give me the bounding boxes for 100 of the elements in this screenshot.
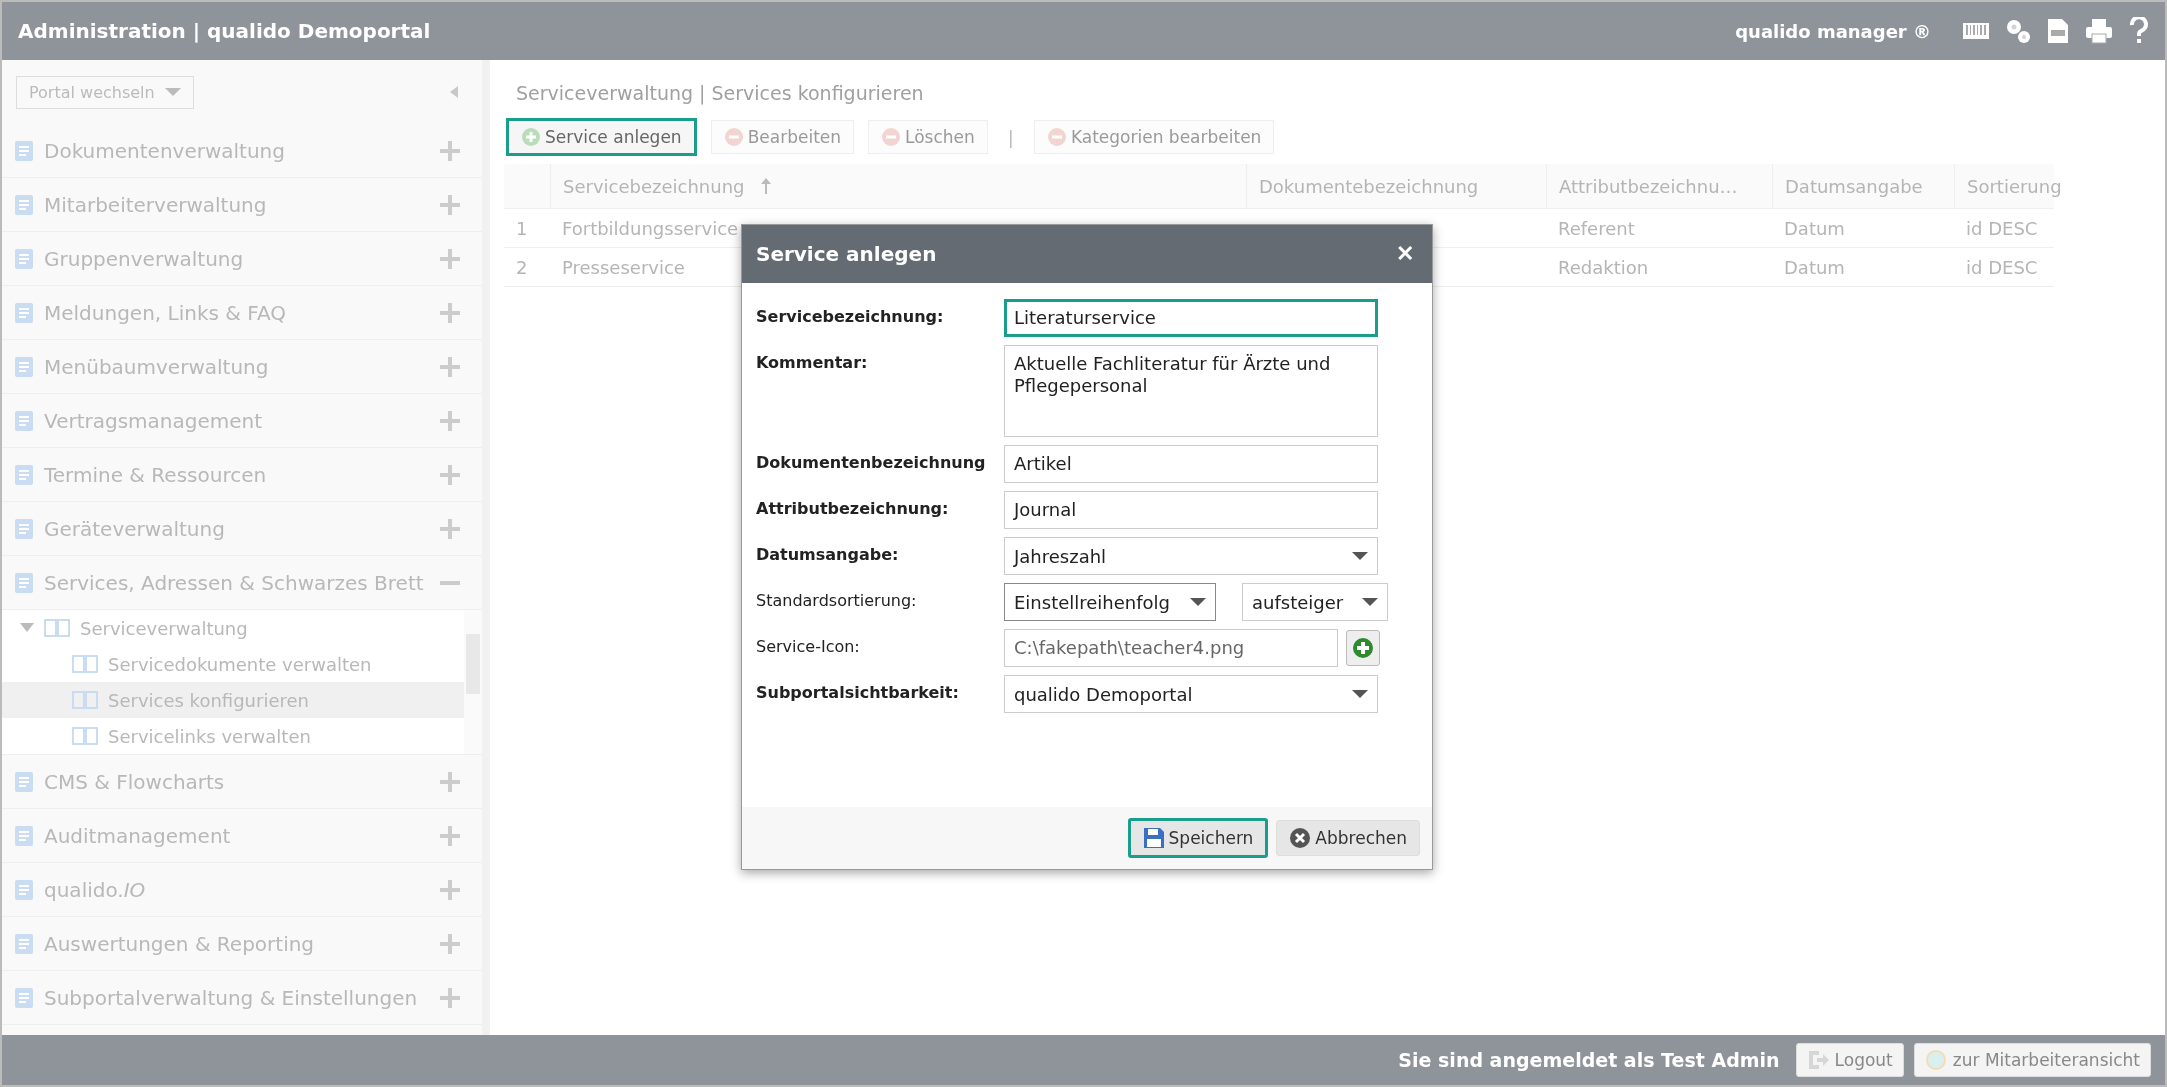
table-cell-text: Redaktion — [1557, 256, 1650, 278]
sort-arrow-icon — [760, 178, 771, 194]
tree-item[interactable]: Servicedokumente verwalten — [2, 646, 464, 682]
toolbar-button[interactable]: Service anlegen — [506, 118, 697, 156]
select-field[interactable]: Jahreszahl — [1004, 537, 1378, 575]
app-title: Administration | qualido Demoportal — [18, 19, 432, 43]
toolbar-separator: | — [1006, 126, 1015, 148]
sidebar-item[interactable]: Auditmanagement — [2, 809, 482, 863]
expand-plus-icon[interactable] — [440, 356, 460, 377]
sidebar-item[interactable]: CMS & Flowcharts — [2, 755, 482, 809]
page-icon — [12, 408, 36, 433]
page-icon — [12, 985, 36, 1010]
page-icon — [12, 246, 36, 271]
plus-circle-icon — [1352, 637, 1374, 659]
close-button[interactable]: ✕ — [1392, 241, 1418, 267]
field-label: Standardsortierung: — [756, 590, 918, 610]
page-icon — [12, 192, 36, 217]
expand-plus-icon[interactable] — [440, 302, 460, 323]
sidebar-item[interactable]: Vertragsmanagement — [2, 394, 482, 448]
document-icon[interactable] — [2047, 18, 2069, 44]
print-icon[interactable] — [2085, 18, 2113, 44]
expand-plus-icon[interactable] — [440, 879, 460, 900]
tree-item[interactable]: Serviceverwaltung — [2, 610, 464, 646]
row-number: 1 — [515, 217, 529, 239]
book-icon — [44, 618, 70, 638]
sidebar-item[interactable]: Geräteverwaltung — [2, 502, 482, 556]
footer-button[interactable]: zur Mitarbeiteransicht — [1913, 1043, 2151, 1077]
page-icon — [12, 354, 36, 379]
expand-plus-icon[interactable] — [440, 518, 460, 539]
dialog-button[interactable]: Speichern — [1127, 818, 1269, 858]
tree-item[interactable]: Services konfigurieren — [2, 682, 464, 718]
add-button[interactable] — [1346, 630, 1380, 666]
sidebar-item[interactable]: Meldungen, Links & FAQ — [2, 286, 482, 340]
book-icon — [72, 726, 98, 746]
collapse-icon[interactable] — [450, 86, 458, 98]
expand-plus-icon[interactable] — [440, 194, 460, 215]
product-name: qualido manager ® — [1735, 20, 1931, 42]
select-field[interactable]: Einstellreihenfolg — [1004, 583, 1216, 621]
column-header[interactable]: Servicebezeichnung — [550, 164, 1246, 208]
expand-plus-icon[interactable] — [440, 825, 460, 846]
dialog-button[interactable]: Abbrechen — [1276, 820, 1420, 856]
sidebar-item[interactable]: Mitarbeiterverwaltung — [2, 178, 482, 232]
breadcrumb: Serviceverwaltung | Services konfigurieren — [515, 81, 925, 104]
logout-icon — [1806, 1049, 1829, 1071]
expand-plus-icon[interactable] — [440, 410, 460, 431]
page-icon — [12, 877, 36, 902]
gears-icon[interactable] — [2005, 18, 2031, 44]
barcode-icon[interactable] — [1963, 21, 1989, 41]
sidebar-item[interactable]: Gruppenverwaltung — [2, 232, 482, 286]
page-icon — [12, 823, 36, 848]
page-icon — [12, 138, 36, 163]
expand-plus-icon[interactable] — [440, 140, 460, 161]
field-label: Datumsangabe: — [756, 544, 900, 564]
text-field[interactable]: Literaturservice — [1004, 299, 1378, 337]
column-header[interactable]: Dokumentebezeichnung — [1246, 164, 1546, 208]
field-label: Servicebezeichnung: — [756, 306, 945, 326]
minus-circle-icon — [881, 127, 902, 147]
sidebar-item[interactable]: Subportalverwaltung & Einstellungen — [2, 971, 482, 1025]
caret-down-icon[interactable] — [20, 623, 34, 633]
sidebar-item[interactable]: Dokumentenverwaltung — [2, 124, 482, 178]
expand-plus-icon[interactable] — [440, 248, 460, 269]
page-icon — [12, 516, 36, 541]
table-cell-text: Fortbildungsservice — [561, 217, 740, 239]
save-icon — [1142, 827, 1165, 849]
sidebar-item[interactable]: qualido.IO — [2, 863, 482, 917]
expand-plus-icon[interactable] — [440, 933, 460, 954]
minus-circle-icon — [723, 127, 744, 147]
row-number: 2 — [515, 256, 529, 278]
expand-plus-icon[interactable] — [440, 987, 460, 1008]
dialog-title: Service anlegen — [756, 242, 937, 266]
page-icon — [12, 462, 36, 487]
page-icon — [12, 570, 36, 595]
column-header[interactable]: Attributbezeichnu… — [1546, 164, 1772, 208]
table-cell-text: Referent — [1557, 217, 1636, 239]
text-field[interactable]: Journal — [1004, 491, 1378, 529]
column-header[interactable]: Sortierung — [1954, 164, 2124, 208]
help-icon[interactable] — [2129, 17, 2149, 45]
text-field[interactable]: Artikel — [1004, 445, 1378, 483]
sidebar-item[interactable]: Auswertungen & Reporting — [2, 917, 482, 971]
circle-icon — [1924, 1049, 1947, 1071]
portal-select[interactable]: Portal wechseln — [16, 75, 194, 109]
table-cell-text: Datum — [1783, 217, 1846, 239]
sidebar-item[interactable]: Termine & Ressourcen — [2, 448, 482, 502]
footer-button[interactable]: Logout — [1795, 1043, 1904, 1077]
page-icon — [12, 931, 36, 956]
comment-field[interactable]: Aktuelle Fachliteratur für Ärzte und Pflegepersonal — [1004, 345, 1378, 437]
tree-item[interactable]: Servicelinks verwalten — [2, 718, 464, 754]
login-status: Sie sind angemeldet als Test Admin — [1398, 1049, 1780, 1071]
sidebar-item[interactable]: Menübaumverwaltung — [2, 340, 482, 394]
table-cell-text: id DESC — [1965, 217, 2039, 239]
select-field[interactable]: qualido Demoportal — [1004, 675, 1378, 713]
select-field[interactable]: aufsteiger — [1242, 583, 1388, 621]
book-icon — [72, 690, 98, 710]
file-field[interactable]: C:\fakepath\teacher4.png — [1004, 629, 1338, 667]
field-label: Subportalsichtbarkeit: — [756, 682, 960, 702]
minus-circle-icon — [1046, 127, 1067, 147]
expand-plus-icon[interactable] — [440, 771, 460, 792]
column-header[interactable]: Datumsangabe — [1772, 164, 1954, 208]
cancel-icon — [1289, 827, 1312, 849]
expand-plus-icon[interactable] — [440, 464, 460, 485]
